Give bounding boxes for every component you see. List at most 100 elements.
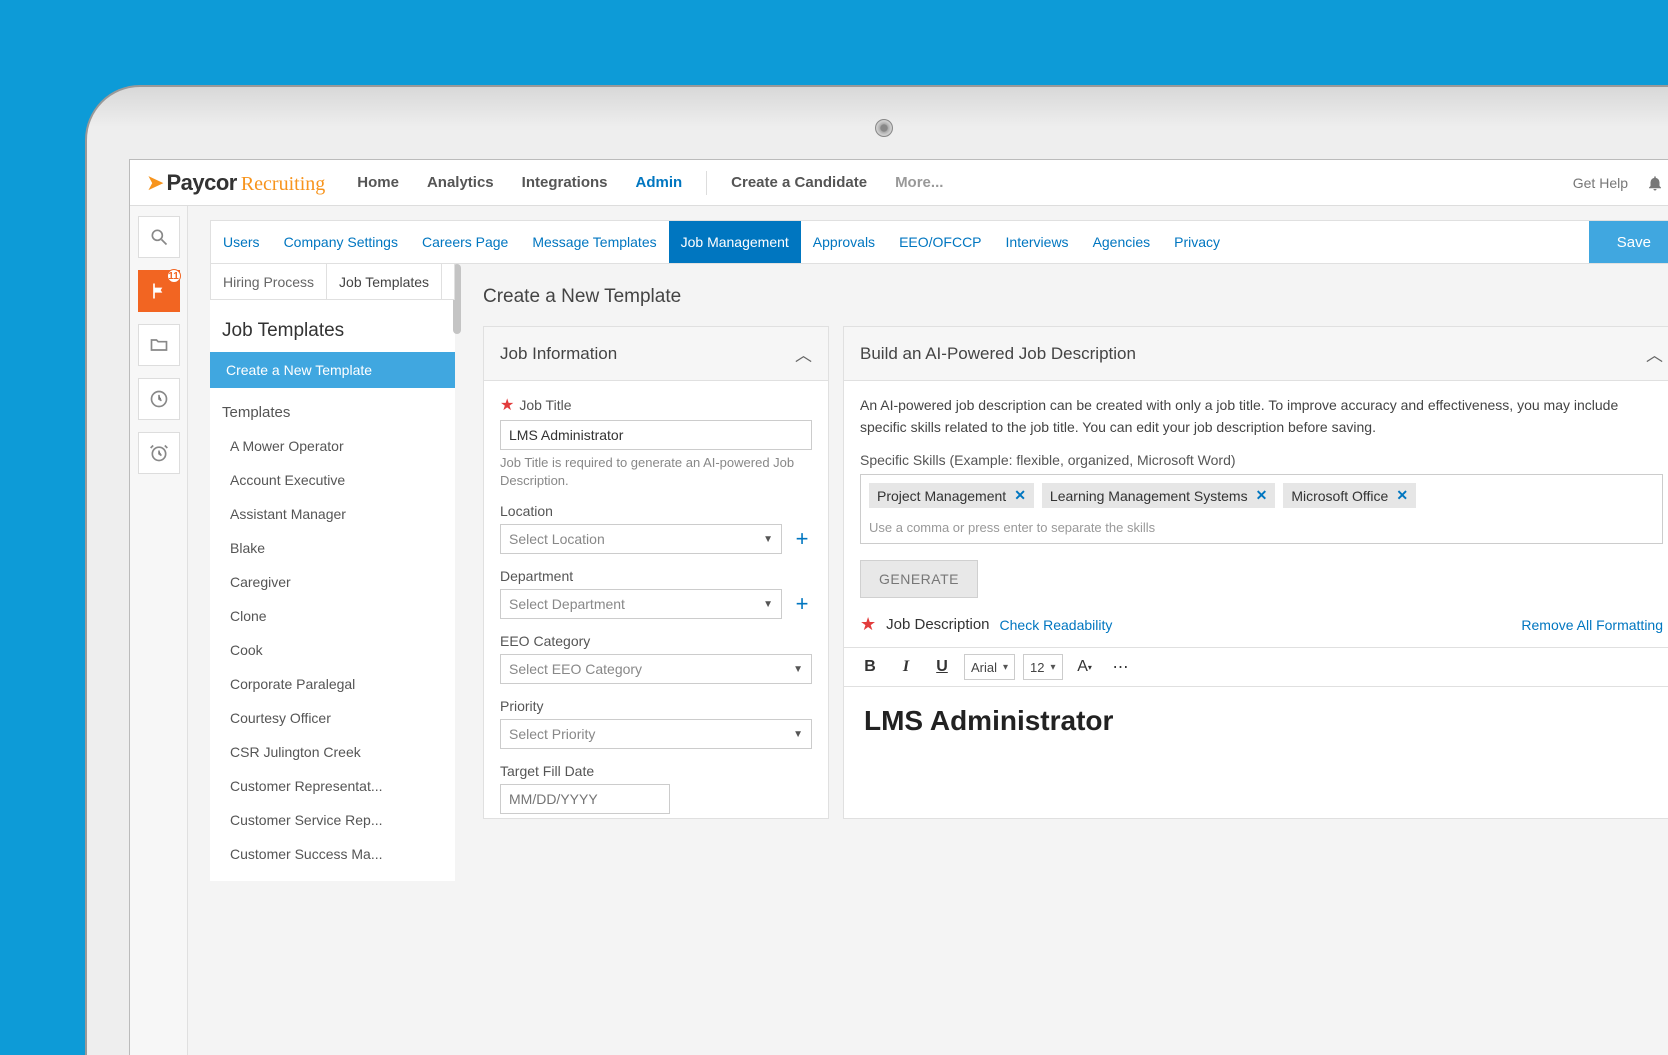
template-item[interactable]: Clone	[210, 599, 455, 633]
subnav-message-templates[interactable]: Message Templates	[520, 221, 668, 263]
skill-chip-label: Learning Management Systems	[1050, 488, 1248, 504]
chip-remove-icon[interactable]: ✕	[1396, 487, 1408, 504]
subnav-eeo-ofccp[interactable]: EEO/OFCCP	[887, 221, 993, 263]
chip-remove-icon[interactable]: ✕	[1256, 487, 1268, 504]
page-title: Create a New Template	[483, 264, 1668, 326]
nav-create-candidate[interactable]: Create a Candidate	[717, 174, 881, 191]
brand-name: Paycor	[166, 170, 236, 196]
nav-home[interactable]: Home	[343, 174, 413, 191]
caret-down-icon: ▼	[763, 599, 773, 610]
template-item[interactable]: Caregiver	[210, 565, 455, 599]
caret-down-icon: ▾	[1003, 662, 1008, 673]
job-info-header[interactable]: Job Information ︿	[484, 327, 828, 381]
folder-icon	[149, 335, 169, 355]
required-icon: ★	[860, 614, 876, 635]
content-area: Create a New Template Job Information ︿	[455, 264, 1668, 881]
template-item[interactable]: CSR Julington Creek	[210, 735, 455, 769]
subnav-job-management[interactable]: Job Management	[669, 221, 801, 263]
caret-down-icon: ▼	[763, 534, 773, 545]
job-description-editor[interactable]: LMS Administrator	[860, 687, 1663, 737]
target-date-input[interactable]	[500, 784, 670, 814]
eeo-select[interactable]: Select EEO Category▼	[500, 654, 812, 684]
ai-panel: Build an AI-Powered Job Description ︿ An…	[843, 326, 1668, 819]
department-placeholder: Select Department	[509, 596, 625, 612]
logo-swoop-icon: ➤	[146, 170, 164, 196]
location-select[interactable]: Select Location▼	[500, 524, 782, 554]
subnav-interviews[interactable]: Interviews	[994, 221, 1081, 263]
check-readability-link[interactable]: Check Readability	[1000, 617, 1113, 633]
add-department-button[interactable]: +	[792, 591, 812, 617]
target-date-label: Target Fill Date	[500, 763, 594, 779]
template-item[interactable]: Customer Success Ma...	[210, 837, 455, 871]
get-help-link[interactable]: Get Help	[1573, 175, 1628, 191]
skill-chip: Learning Management Systems ✕	[1042, 483, 1275, 508]
nav-integrations[interactable]: Integrations	[508, 174, 622, 191]
nav-more[interactable]: More...	[881, 174, 957, 191]
italic-button[interactable]: I	[892, 653, 920, 681]
template-item[interactable]: Account Executive	[210, 463, 455, 497]
font-size-select[interactable]: 12 ▾	[1023, 654, 1063, 680]
device-camera	[875, 119, 893, 137]
department-select[interactable]: Select Department ▼	[500, 589, 782, 619]
font-size-value: 12	[1030, 660, 1044, 675]
font-value: Arial	[971, 660, 997, 675]
subnav-agencies[interactable]: Agencies	[1081, 221, 1163, 263]
template-item[interactable]: A Mower Operator	[210, 429, 455, 463]
font-select[interactable]: Arial ▾	[964, 654, 1015, 680]
priority-select[interactable]: Select Priority▼	[500, 719, 812, 749]
ai-panel-header[interactable]: Build an AI-Powered Job Description ︿	[844, 327, 1668, 381]
ai-description: An AI-powered job description can be cre…	[860, 395, 1663, 438]
template-item[interactable]: Corporate Paralegal	[210, 667, 455, 701]
template-item[interactable]: Customer Service Rep...	[210, 803, 455, 837]
generate-button[interactable]: GENERATE	[860, 560, 978, 598]
subnav-approvals[interactable]: Approvals	[801, 221, 887, 263]
subnav-users[interactable]: Users	[211, 221, 272, 263]
add-location-button[interactable]: +	[792, 526, 812, 552]
template-item[interactable]: Cook	[210, 633, 455, 667]
create-template-button[interactable]: Create a New Template	[210, 352, 455, 388]
rail-alarm[interactable]	[138, 432, 180, 474]
rail-search[interactable]	[138, 216, 180, 258]
underline-button[interactable]: U	[928, 653, 956, 681]
editor-heading: LMS Administrator	[864, 705, 1659, 737]
nav-analytics[interactable]: Analytics	[413, 174, 508, 191]
rail-folder[interactable]	[138, 324, 180, 366]
flag-icon	[149, 281, 169, 301]
bell-icon[interactable]	[1646, 173, 1664, 193]
subnav-careers-page[interactable]: Careers Page	[410, 221, 520, 263]
skills-input[interactable]: Project Management ✕ Learning Management …	[860, 474, 1663, 544]
chevron-up-icon: ︿	[795, 341, 812, 366]
tab-job-templates[interactable]: Job Templates	[327, 264, 442, 299]
templates-section-label: Templates	[210, 388, 455, 429]
chip-remove-icon[interactable]: ✕	[1014, 487, 1026, 504]
caret-down-icon: ▾	[1051, 662, 1056, 673]
job-title-input[interactable]	[500, 420, 812, 450]
template-item[interactable]: Blake	[210, 531, 455, 565]
alarm-icon	[149, 443, 169, 463]
font-color-button[interactable]: A▾	[1071, 653, 1099, 681]
app-screen: ➤ Paycor Recruiting Home Analytics Integ…	[129, 159, 1668, 1055]
search-icon	[149, 227, 169, 247]
save-button[interactable]: Save	[1589, 221, 1668, 263]
job-info-panel: Job Information ︿ ★Job Title Job Title i…	[483, 326, 829, 819]
template-item[interactable]: Customer Representat...	[210, 769, 455, 803]
subnav-company-settings[interactable]: Company Settings	[272, 221, 410, 263]
job-mgmt-tabs: Hiring Process Job Templates	[210, 264, 455, 300]
divider	[706, 171, 707, 195]
nav-admin[interactable]: Admin	[622, 174, 697, 191]
more-tools-button[interactable]: ⋯	[1107, 653, 1135, 681]
priority-label: Priority	[500, 698, 544, 714]
tab-hiring-process[interactable]: Hiring Process	[211, 264, 327, 299]
subnav-privacy[interactable]: Privacy	[1162, 221, 1232, 263]
eeo-label: EEO Category	[500, 633, 590, 649]
skill-chip-label: Microsoft Office	[1291, 488, 1388, 504]
skill-chip-label: Project Management	[877, 488, 1006, 504]
bold-button[interactable]: B	[856, 653, 884, 681]
remove-formatting-link[interactable]: Remove All Formatting	[1521, 617, 1663, 633]
brand-logo: ➤ Paycor Recruiting	[146, 170, 325, 196]
template-item[interactable]: Courtesy Officer	[210, 701, 455, 735]
rail-flag[interactable]: 11	[138, 270, 180, 312]
template-item[interactable]: Assistant Manager	[210, 497, 455, 531]
job-title-hint: Job Title is required to generate an AI-…	[500, 454, 812, 489]
rail-recent[interactable]	[138, 378, 180, 420]
